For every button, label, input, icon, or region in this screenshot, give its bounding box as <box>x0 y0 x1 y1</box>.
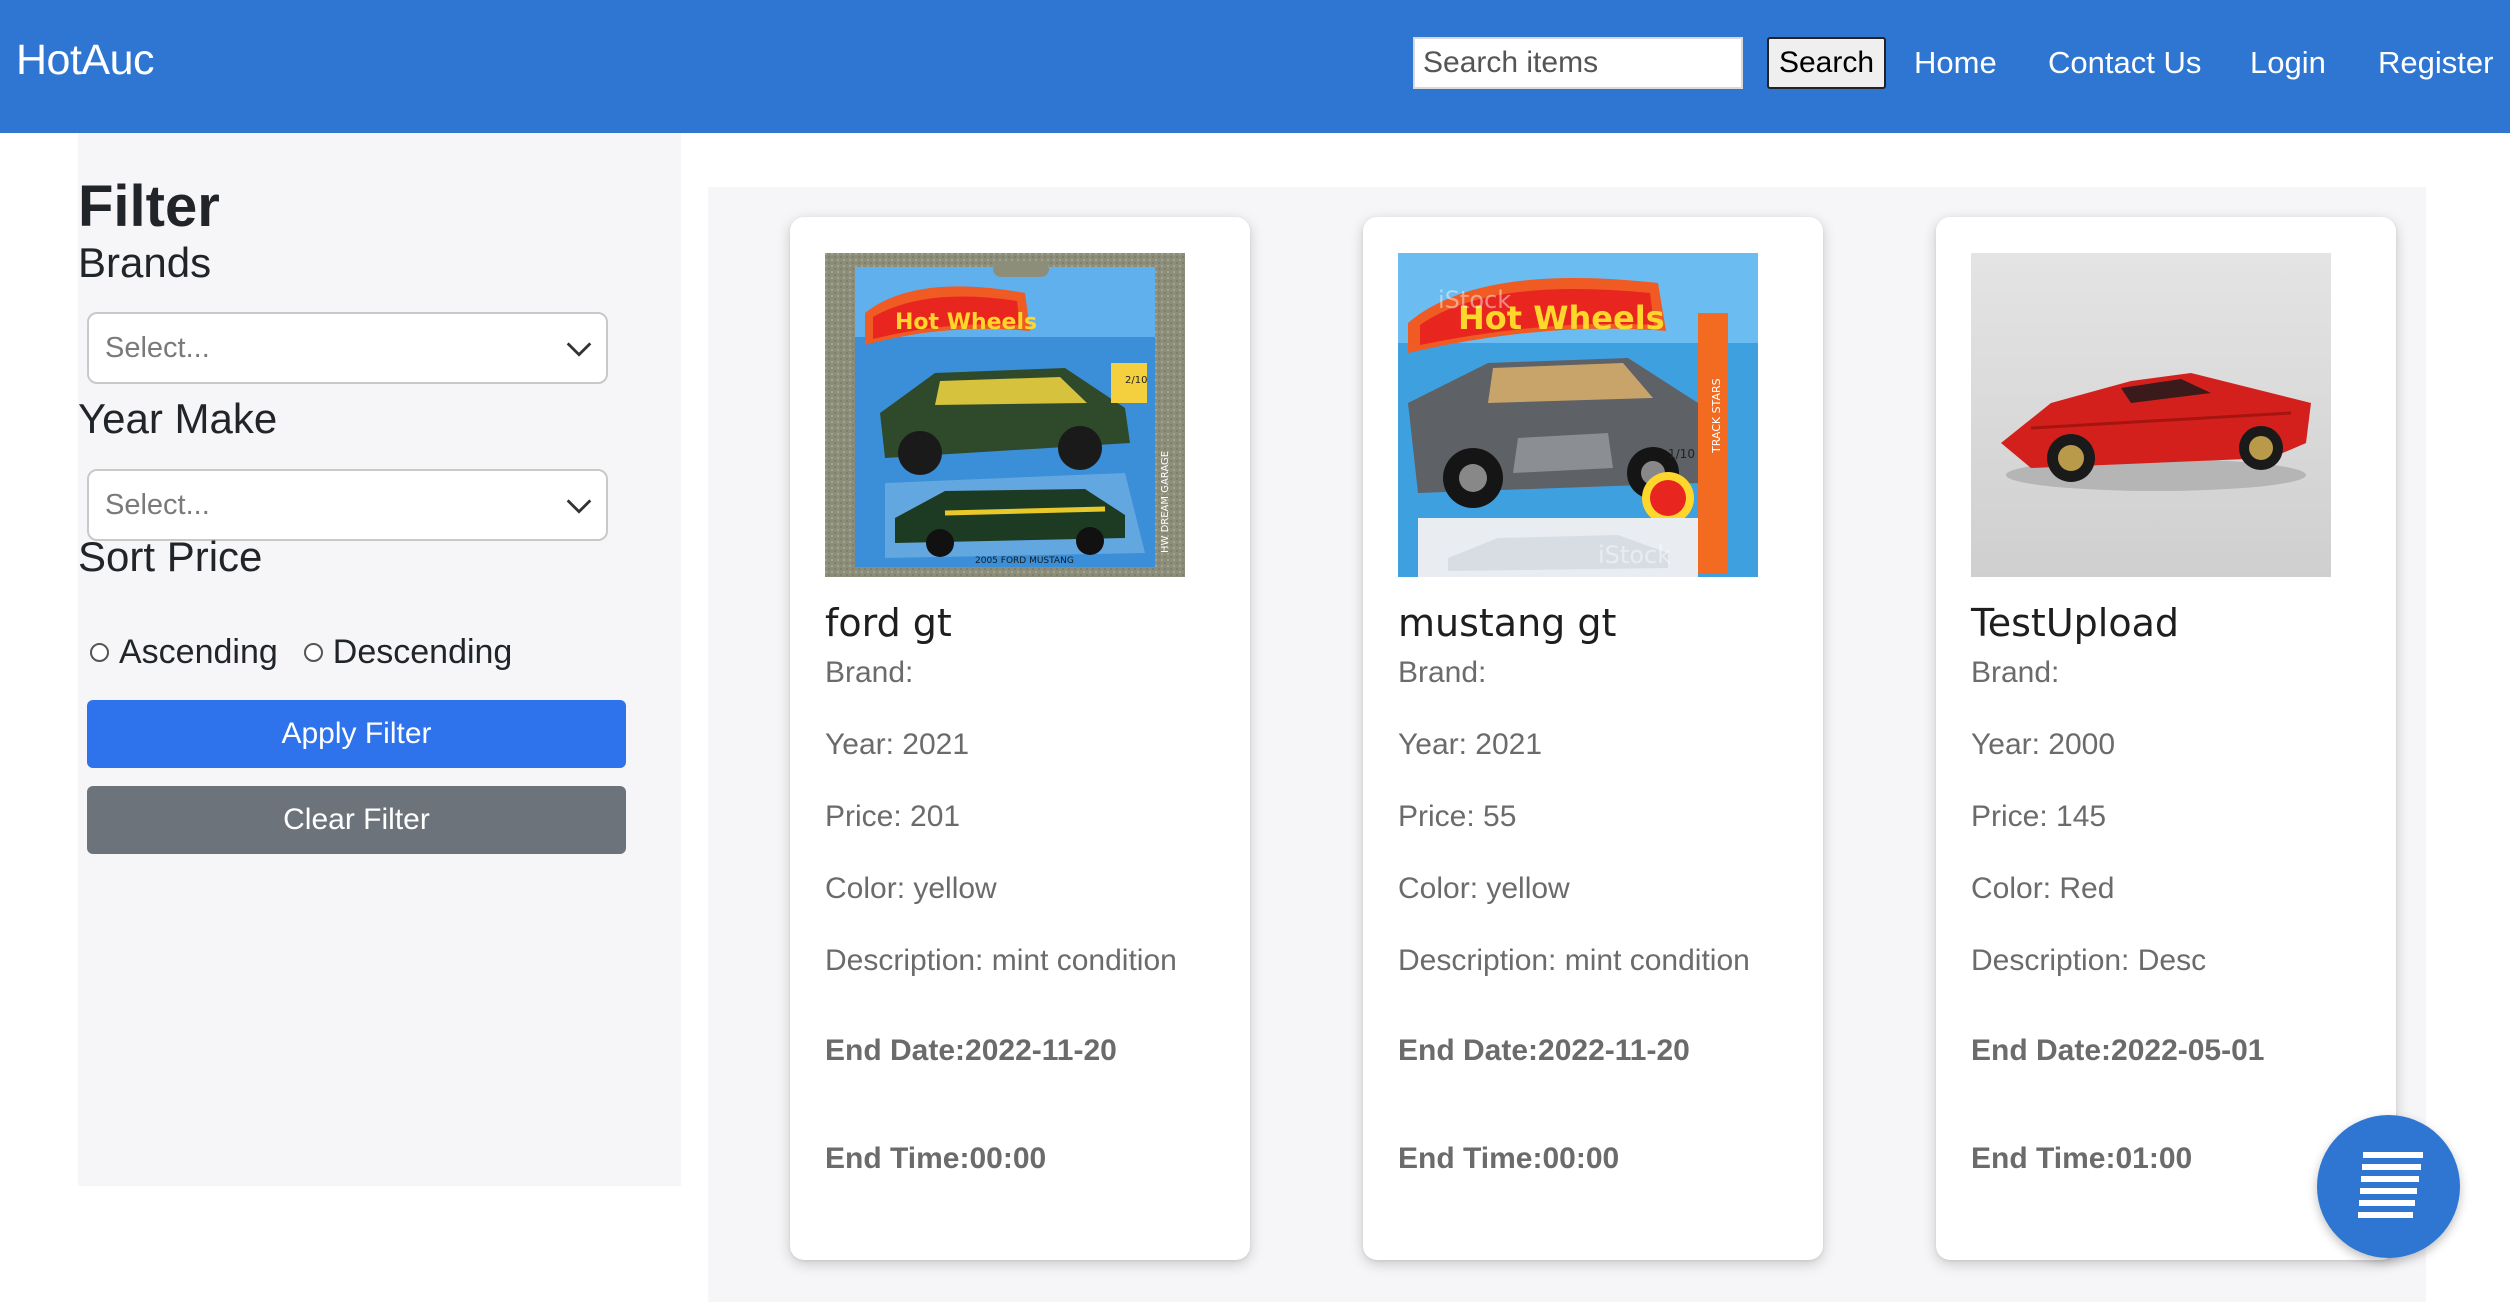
item-title[interactable]: ford gt <box>825 601 952 645</box>
item-end-time: End Time:00:00 <box>825 1142 1047 1175</box>
item-description: Description: mint condition <box>825 944 1177 977</box>
item-year: Year: 2021 <box>825 728 970 761</box>
nav-login[interactable]: Login <box>2250 45 2326 81</box>
item-image[interactable]: Hot Wheels 2/10 2005 FORD MUSTANG HW DRE… <box>825 253 1185 577</box>
item-year: Year: 2000 <box>1971 728 2116 761</box>
apply-filter-button[interactable]: Apply Filter <box>87 700 626 768</box>
item-end-date: End Date:2022-11-20 <box>1398 1034 1690 1067</box>
year-select-placeholder: Select... <box>105 489 210 521</box>
year-make-select[interactable]: Select... <box>87 469 608 541</box>
sort-options: Ascending Descending <box>90 633 512 672</box>
item-image[interactable]: Hot Wheels TRACK STARS 1/10 iStock iStoc… <box>1398 253 1758 577</box>
nav-register[interactable]: Register <box>2378 45 2493 81</box>
item-grid: Hot Wheels 2/10 2005 FORD MUSTANG HW DRE… <box>708 187 2426 1302</box>
brand-logo[interactable]: HotAuc <box>16 36 155 85</box>
item-card[interactable]: TestUpload Brand: Year: 2000 Price: 145 … <box>1936 217 2396 1260</box>
item-end-time: End Time:01:00 <box>1971 1142 2193 1175</box>
document-lines-icon <box>2358 1152 2423 1218</box>
item-title[interactable]: mustang gt <box>1398 601 1616 645</box>
card-count-text: 1/10 <box>1668 447 1695 461</box>
item-color: Color: Red <box>1971 872 2115 905</box>
brands-select[interactable]: Select... <box>87 312 608 384</box>
brands-select-placeholder: Select... <box>105 332 210 364</box>
chevron-down-icon <box>566 342 592 357</box>
item-price: Price: 145 <box>1971 800 2107 833</box>
item-color: Color: yellow <box>825 872 997 905</box>
item-price: Price: 201 <box>825 800 961 833</box>
top-navbar: HotAuc Search Home Contact Us Login Regi… <box>0 0 2510 133</box>
item-brand: Brand: <box>1398 656 1487 689</box>
item-description: Description: Desc <box>1971 944 2207 977</box>
chevron-down-icon <box>566 499 592 514</box>
item-description: Description: mint condition <box>1398 944 1750 977</box>
sort-price-label: Sort Price <box>78 533 263 580</box>
search-input[interactable] <box>1413 37 1743 89</box>
floating-menu-button[interactable] <box>2317 1115 2460 1258</box>
item-title[interactable]: TestUpload <box>1971 601 2179 645</box>
card-caption-text: 2005 FORD MUSTANG <box>975 556 1074 566</box>
radio-ascending[interactable] <box>90 643 109 662</box>
item-card[interactable]: Hot Wheels 2/10 2005 FORD MUSTANG HW DRE… <box>790 217 1250 1260</box>
item-year: Year: 2021 <box>1398 728 1543 761</box>
item-end-time: End Time:00:00 <box>1398 1142 1620 1175</box>
clear-filter-button[interactable]: Clear Filter <box>87 786 626 854</box>
filter-title: Filter <box>78 174 220 239</box>
nav-home[interactable]: Home <box>1914 45 1997 81</box>
watermark-text: iStock <box>1438 286 1511 314</box>
card-side-text: TRACK STARS <box>1710 378 1723 454</box>
item-price: Price: 55 <box>1398 800 1517 833</box>
descending-label[interactable]: Descending <box>333 633 513 672</box>
filter-sidebar: Filter Brands Select... Year Make Select… <box>78 133 681 1186</box>
item-card[interactable]: Hot Wheels TRACK STARS 1/10 iStock iStoc… <box>1363 217 1823 1260</box>
item-brand: Brand: <box>825 656 914 689</box>
hotwheels-logo-text: Hot Wheels <box>895 310 1037 335</box>
ascending-label[interactable]: Ascending <box>119 633 278 672</box>
search-button[interactable]: Search <box>1767 37 1886 89</box>
radio-descending[interactable] <box>303 643 323 662</box>
item-end-date: End Date:2022-11-20 <box>825 1034 1117 1067</box>
card-side-text: HW DREAM GARAGE <box>1160 451 1171 553</box>
card-count-text: 2/10 <box>1125 375 1147 386</box>
item-image[interactable] <box>1971 253 2331 577</box>
brands-label: Brands <box>78 239 212 286</box>
watermark-text: iStock <box>1598 541 1671 569</box>
year-make-label: Year Make <box>78 395 278 442</box>
item-color: Color: yellow <box>1398 872 1570 905</box>
item-end-date: End Date:2022-05-01 <box>1971 1034 2265 1067</box>
item-brand: Brand: <box>1971 656 2060 689</box>
nav-contact-us[interactable]: Contact Us <box>2048 45 2201 81</box>
